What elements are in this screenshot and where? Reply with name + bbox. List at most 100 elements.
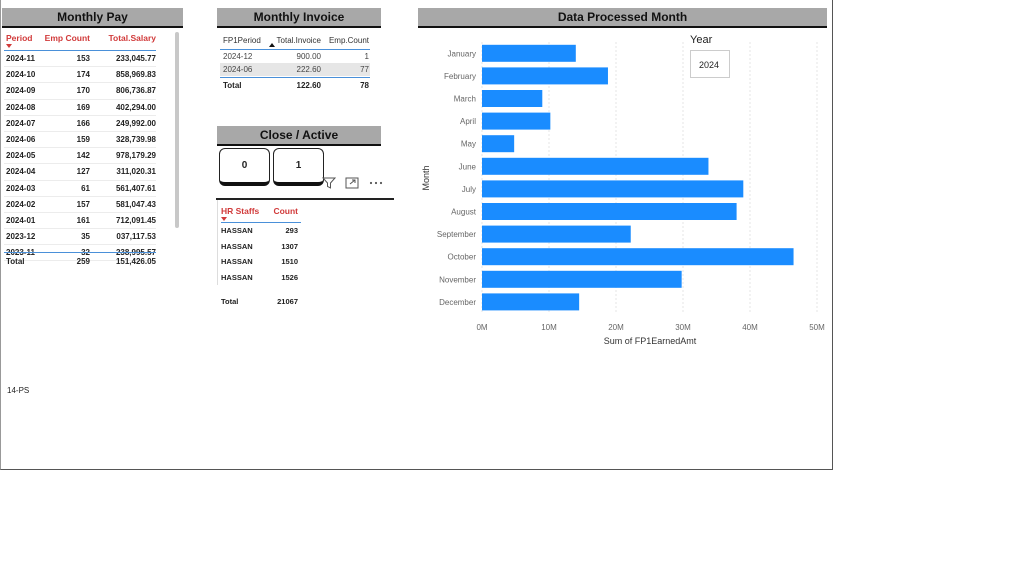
close-card[interactable]: 0	[219, 148, 270, 186]
bar[interactable]	[482, 157, 709, 175]
bar[interactable]	[482, 90, 543, 107]
hr-staffs-total: Total 21067	[221, 297, 301, 306]
table-row[interactable]: 2024-12 900.00 1	[220, 50, 370, 63]
table-row[interactable]: 2024-05 142 978,179.29	[4, 148, 156, 165]
table-row[interactable]: HASSAN 293	[221, 223, 301, 239]
close-active-title: Close / Active	[217, 126, 381, 146]
more-options-icon[interactable]	[368, 177, 384, 189]
table-row[interactable]: 2024-04 127 311,020.31	[4, 164, 156, 181]
bar[interactable]	[482, 203, 737, 220]
table-cell: 166	[76, 118, 90, 128]
divider	[216, 198, 394, 200]
bar[interactable]	[482, 44, 576, 62]
hr-staffs-header-cell[interactable]: HR Staffs	[221, 206, 267, 222]
emp-count-header[interactable]: Emp.Count	[321, 36, 369, 45]
monthly-pay-table: Period Emp Count Total.Salary 2024-11 153…	[4, 33, 156, 262]
y-tick-label: November	[439, 275, 476, 284]
table-cell: HASSAN	[221, 226, 253, 236]
table-cell: 157	[76, 199, 90, 209]
monthly-pay-scrollbar[interactable]	[175, 32, 179, 228]
y-tick-label: July	[462, 185, 476, 194]
table-cell: 2024-10	[6, 70, 36, 80]
table-row[interactable]: 2024-09 170 806,736.87	[4, 83, 156, 100]
y-tick-label: October	[448, 253, 477, 262]
table-cell: 037,117.53	[116, 232, 156, 242]
table-cell: 712,091.45	[115, 215, 156, 225]
table-row[interactable]: 2024-07 166 249,992.00	[4, 116, 156, 132]
y-tick-label: September	[437, 230, 476, 239]
x-tick-label: 10M	[541, 323, 557, 332]
table-cell: 35	[81, 232, 90, 242]
table-cell: 233,045.77	[115, 54, 156, 64]
table-cell: 1510	[281, 257, 298, 267]
divider	[217, 200, 218, 285]
table-cell: HASSAN	[221, 241, 253, 251]
table-cell: 159	[76, 135, 90, 145]
count-header[interactable]: Count	[267, 206, 298, 222]
y-tick-label: February	[444, 72, 476, 81]
table-row[interactable]: 2024-06 159 328,739.98	[4, 132, 156, 149]
table-cell: 806,736.87	[115, 86, 156, 96]
total-salary-header[interactable]: Total.Salary	[90, 33, 156, 43]
table-cell: 978,179.29	[115, 151, 156, 161]
monthly-invoice-title: Monthly Invoice	[217, 8, 381, 28]
table-cell: 2024-06	[6, 135, 36, 145]
bar[interactable]	[482, 67, 608, 85]
table-cell: 2024-07	[6, 118, 36, 128]
table-cell: 2023-12	[6, 232, 36, 242]
y-tick-label: August	[451, 208, 477, 217]
bar[interactable]	[482, 135, 515, 153]
table-row[interactable]: HASSAN 1526	[221, 270, 301, 286]
filter-icon[interactable]	[322, 177, 336, 189]
bar[interactable]	[482, 112, 551, 130]
bar[interactable]	[482, 248, 794, 266]
table-cell: 2024-03	[6, 183, 36, 193]
monthly-invoice-table: FP1Period Total.Invoice Emp.Count 2024-1…	[220, 32, 370, 92]
table-cell: 2024-01	[6, 215, 36, 225]
bar[interactable]	[482, 180, 744, 198]
table-cell: 127	[76, 167, 90, 177]
bar[interactable]	[482, 293, 580, 311]
table-row[interactable]: HASSAN 1510	[221, 254, 301, 270]
period-header[interactable]: Period	[4, 33, 40, 48]
fp1period-header[interactable]: FP1Period	[220, 36, 269, 45]
year-slicer-label: Year	[690, 34, 713, 46]
table-row[interactable]: HASSAN 1307	[221, 239, 301, 255]
table-cell: 169	[76, 102, 90, 112]
table-cell: 61	[81, 183, 90, 193]
monthly-pay-title: Monthly Pay	[2, 8, 183, 28]
table-row[interactable]: 2023-12 35 037,117.53	[4, 229, 156, 246]
table-cell: 2024-09	[6, 86, 36, 96]
table-row[interactable]: 2024-01 161 712,091.45	[4, 213, 156, 230]
table-row[interactable]: 2024-03 61 561,407.61	[4, 181, 156, 197]
table-cell: 293	[285, 226, 298, 236]
table-cell: HASSAN	[221, 257, 253, 267]
total-label: Total	[223, 80, 242, 90]
table-row[interactable]: 2024-11 153 233,045.77	[4, 51, 156, 68]
x-tick-label: 20M	[608, 323, 624, 332]
hr-staffs-table: HR Staffs Count HASSAN 293 HASSAN 1307 HASSA…	[221, 206, 301, 285]
emp-count-header[interactable]: Emp Count	[40, 33, 90, 43]
table-cell: 561,407.61	[115, 183, 156, 193]
total-invoice-header[interactable]: Total.Invoice	[269, 36, 321, 45]
table-cell: 142	[76, 151, 90, 161]
bar[interactable]	[482, 270, 682, 288]
table-cell: 2024-05	[6, 151, 36, 161]
bar[interactable]	[482, 225, 631, 243]
table-cell: 2024-11	[6, 54, 35, 64]
year-slicer-value[interactable]: 2024	[690, 50, 730, 78]
footer-text: 14-PS	[7, 386, 30, 395]
total-emp-count: 259	[76, 257, 90, 266]
table-row[interactable]: 2024-08 169 402,294.00	[4, 100, 156, 116]
active-card[interactable]: 1	[273, 148, 324, 186]
table-row[interactable]: 2024-06 222.60 77	[220, 63, 370, 76]
data-processed-title: Data Processed Month	[418, 8, 827, 28]
focus-mode-icon[interactable]	[345, 177, 359, 189]
table-row[interactable]: 2024-02 157 581,047.43	[4, 197, 156, 213]
total-emp-count: 78	[360, 80, 369, 90]
table-cell: 581,047.43	[115, 199, 156, 209]
table-cell: 2024-02	[6, 199, 36, 209]
table-row[interactable]: 2024-10 174 858,969.83	[4, 67, 156, 84]
table-cell: 2024-08	[6, 102, 36, 112]
table-cell: 402,294.00	[115, 102, 156, 112]
